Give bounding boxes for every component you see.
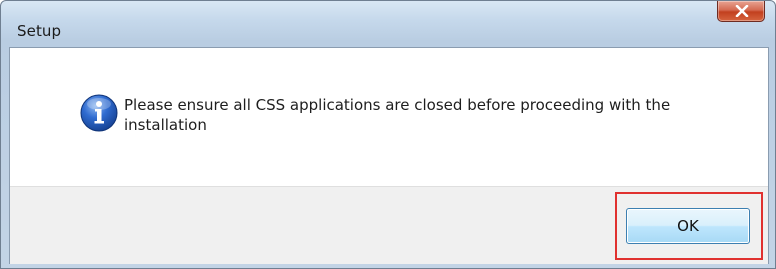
- information-icon: [80, 94, 118, 132]
- setup-dialog-window: Setup Please ensure all CSS applications…: [0, 0, 776, 269]
- title-bar[interactable]: Setup: [1, 1, 775, 47]
- ok-button[interactable]: OK: [626, 208, 750, 244]
- close-x-icon: [735, 5, 749, 17]
- dialog-message: Please ensure all CSS applications are c…: [124, 96, 671, 134]
- window-title: Setup: [17, 22, 62, 40]
- button-bar: OK: [10, 186, 768, 264]
- message-area: Please ensure all CSS applications are c…: [10, 48, 768, 186]
- close-button[interactable]: [717, 1, 765, 22]
- dialog-client-area: Please ensure all CSS applications are c…: [9, 47, 769, 264]
